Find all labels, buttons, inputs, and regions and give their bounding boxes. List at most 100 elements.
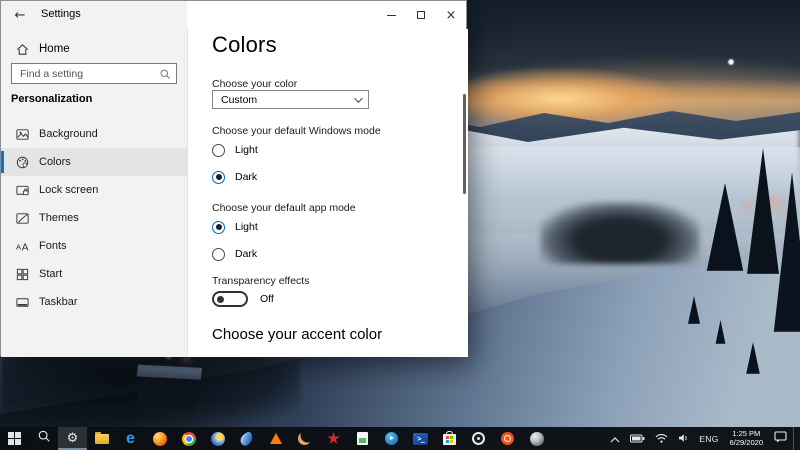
start-button[interactable] — [0, 427, 29, 450]
taskbar-edge-button[interactable]: e — [116, 427, 145, 450]
title-bar: ← Settings × — [1, 1, 466, 29]
sidebar-home-label: Home — [39, 43, 70, 55]
settings-sidebar: Home Personalization Background Colors — [1, 29, 187, 357]
window-title: Settings — [41, 8, 81, 20]
search-input[interactable] — [12, 67, 159, 80]
color-dropdown[interactable]: Custom — [212, 90, 369, 109]
taskbar-vlc-button[interactable] — [261, 427, 290, 450]
taskbar-store-button[interactable] — [435, 427, 464, 450]
taskbar-comet-app-button[interactable] — [232, 427, 261, 450]
section-title: Personalization — [11, 93, 93, 105]
radio-windows-mode-light[interactable]: Light — [212, 142, 258, 158]
red-star-icon — [327, 432, 340, 444]
radio-windows-mode-dark[interactable]: Dark — [212, 169, 257, 185]
taskbar-file-explorer-button[interactable] — [87, 427, 116, 450]
taskbar-ubuntu-button[interactable] — [493, 427, 522, 450]
taskbar-crescent-app-button[interactable] — [290, 427, 319, 450]
taskbar-red-star-app-button[interactable] — [319, 427, 348, 450]
action-center-icon — [774, 430, 787, 448]
radio-icon — [212, 143, 225, 157]
record-circle-icon — [472, 432, 485, 445]
windows-logo-icon — [8, 432, 21, 445]
themes-icon — [14, 210, 30, 226]
image-icon — [14, 126, 30, 142]
play-circle-icon — [385, 432, 398, 445]
taskbar: ⚙ e >_ ENG 1:25 PM 6/29/2020 — [0, 427, 800, 450]
home-icon — [14, 41, 30, 57]
search-box[interactable] — [11, 63, 177, 84]
vlc-cone-icon — [269, 433, 282, 444]
sidebar-item-fonts[interactable]: AA Fonts — [1, 232, 187, 260]
fonts-icon: AA — [14, 238, 30, 254]
palette-icon — [14, 154, 30, 170]
chevron-up-icon — [610, 430, 620, 448]
taskbar-globe-browser-button[interactable] — [203, 427, 232, 450]
taskbar-image-viewer-button[interactable] — [348, 427, 377, 450]
search-icon[interactable] — [159, 68, 177, 80]
chrome-icon — [181, 431, 196, 446]
windows-mode-label: Choose your default Windows mode — [212, 125, 381, 137]
chevron-down-icon — [354, 93, 363, 103]
powershell-icon: >_ — [413, 432, 428, 445]
taskbar-settings-button[interactable]: ⚙ — [58, 427, 87, 450]
toggle-off-switch[interactable] — [212, 291, 248, 307]
ubuntu-icon — [501, 432, 514, 445]
color-dropdown-value: Custom — [221, 93, 258, 106]
colors-page: Colors Choose your color Custom Choose y… — [187, 29, 468, 357]
minimize-button[interactable] — [376, 1, 406, 29]
comet-icon — [238, 430, 255, 447]
globe-icon — [210, 431, 225, 446]
content-scrollbar[interactable] — [463, 94, 466, 194]
wifi-icon — [655, 430, 668, 448]
sidebar-item-background[interactable]: Background — [1, 120, 187, 148]
bare-trees — [540, 202, 700, 264]
sidebar-item-themes[interactable]: Themes — [1, 204, 187, 232]
folder-icon — [94, 431, 109, 444]
choose-color-label: Choose your color — [212, 78, 298, 90]
cabin — [136, 372, 198, 412]
sidebar-item-start[interactable]: Start — [1, 260, 187, 288]
tray-language-button[interactable]: ENG — [695, 427, 722, 450]
app-mode-label: Choose your default app mode — [212, 202, 356, 214]
volume-icon — [678, 430, 689, 448]
tray-battery-button[interactable] — [626, 427, 649, 450]
crescent-icon — [298, 432, 311, 445]
taskbar-icon — [14, 294, 30, 310]
tray-date: 6/29/2020 — [729, 437, 763, 447]
svg-text:A: A — [21, 242, 28, 253]
svg-text:A: A — [15, 242, 20, 251]
tray-clock-button[interactable]: 1:25 PM 6/29/2020 — [725, 429, 768, 447]
image-file-icon — [357, 432, 368, 445]
transparency-toggle-row: Off — [212, 291, 274, 307]
tray-volume-button[interactable] — [674, 427, 693, 450]
show-desktop-button[interactable] — [793, 427, 796, 450]
radio-app-mode-dark[interactable]: Dark — [212, 246, 257, 262]
tray-wifi-button[interactable] — [651, 427, 672, 450]
taskbar-search-button[interactable] — [29, 427, 58, 450]
search-icon — [37, 429, 51, 448]
tray-chevron-button[interactable] — [606, 427, 624, 450]
sidebar-item-lock-screen[interactable]: Lock screen — [1, 176, 187, 204]
action-center-button[interactable] — [770, 427, 791, 450]
settings-window: ← Settings × Home Personalization — [0, 0, 468, 357]
accent-color-heading: Choose your accent color — [212, 326, 383, 343]
radio-icon — [212, 247, 225, 261]
radio-app-mode-light[interactable]: Light — [212, 219, 258, 235]
taskbar-media-player-button[interactable] — [377, 427, 406, 450]
taskbar-powershell-button[interactable]: >_ — [406, 427, 435, 450]
sidebar-item-colors[interactable]: Colors — [1, 148, 187, 176]
radio-checked-icon — [212, 170, 225, 184]
back-button[interactable]: ← — [7, 4, 33, 26]
firefox-icon — [152, 431, 167, 446]
taskbar-record-app-button[interactable] — [464, 427, 493, 450]
sidebar-item-taskbar[interactable]: Taskbar — [1, 288, 187, 316]
taskbar-firefox-button[interactable] — [145, 427, 174, 450]
close-button[interactable]: × — [436, 1, 466, 29]
battery-icon — [630, 430, 645, 448]
transparency-label: Transparency effects — [212, 275, 310, 287]
taskbar-chrome-button[interactable] — [174, 427, 203, 450]
sidebar-item-home[interactable]: Home — [1, 37, 187, 61]
maximize-button[interactable] — [406, 1, 436, 29]
taskbar-sphere-app-button[interactable] — [522, 427, 551, 450]
page-title: Colors — [212, 32, 277, 57]
